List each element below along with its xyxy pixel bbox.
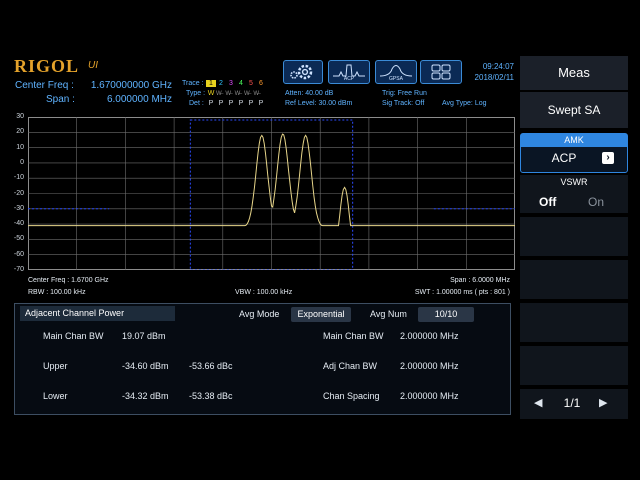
atten-readout: Atten: 40.00 dB xyxy=(285,90,334,97)
ultra-vision-mark: UI xyxy=(88,60,98,71)
lower-dbm: -34.32 dBm xyxy=(122,391,169,401)
display-layout-button[interactable] xyxy=(420,60,462,84)
upper-dbc: -53.66 dBc xyxy=(189,361,233,371)
plot-grid xyxy=(28,117,515,270)
amk-value: ACP xyxy=(551,151,577,165)
softkey-empty-2[interactable] xyxy=(520,260,628,299)
avg-num-label: Avg Num xyxy=(370,309,407,319)
clock-date: 2018/02/11 xyxy=(474,73,514,82)
avg-mode-label: Avg Mode xyxy=(239,309,280,319)
type-value-1: W xyxy=(207,90,215,97)
type-values: W W̶ W̶ W̶ W̶ W̶ xyxy=(206,90,266,97)
vswr-on-option[interactable]: On xyxy=(588,195,604,209)
trace-4[interactable]: 4 xyxy=(236,80,246,87)
softkey-empty-1[interactable] xyxy=(520,217,628,256)
clock-time: 09:24:07 xyxy=(482,62,514,71)
upper-label: Upper xyxy=(43,361,68,371)
plot-swt: SWT : 1.00000 ms ( pts : 801 ) xyxy=(414,289,510,296)
type-values-strikethrough: W̶ W̶ W̶ W̶ W̶ xyxy=(216,91,260,97)
lower-label: Lower xyxy=(43,391,68,401)
gpsa-mode-button[interactable]: GPSA xyxy=(375,60,417,84)
y-tick-label: -40 xyxy=(13,220,24,228)
y-tick-label: -10 xyxy=(13,174,24,182)
sig-track-readout: Sig Track: Off xyxy=(382,100,425,107)
cfg-main-bw-value[interactable]: 2.000000 MHz xyxy=(400,331,459,341)
det-1: P xyxy=(208,100,214,107)
det-label: Det : xyxy=(189,100,204,107)
span-label: Span : xyxy=(46,94,75,105)
trace-1[interactable]: 1 xyxy=(206,80,216,87)
plot-span: Span : 6.0000 MHz xyxy=(450,277,510,284)
chevron-right-icon[interactable]: › xyxy=(602,152,614,164)
cfg-spacing-label: Chan Spacing xyxy=(323,391,380,401)
trace-label: Trace : xyxy=(182,80,204,87)
acp-mode-button[interactable]: ACP xyxy=(328,60,370,84)
upper-dbm: -34.60 dBm xyxy=(122,361,169,371)
page-indicator: 1/1 xyxy=(563,396,581,410)
plot-vbw: VBW : 100.00 kHz xyxy=(235,289,293,296)
plot-center-freq: Center Freq : 1.6700 GHz xyxy=(28,277,109,284)
y-tick-label: -60 xyxy=(13,250,24,258)
cfg-main-bw-label: Main Chan BW xyxy=(323,331,384,341)
softkey-empty-3[interactable] xyxy=(520,303,628,342)
vswr-label: VSWR xyxy=(560,177,588,187)
y-tick-label: -20 xyxy=(13,189,24,197)
trace-2[interactable]: 2 xyxy=(216,80,226,87)
avg-type-readout: Avg Type: Log xyxy=(442,100,487,107)
trace-number-row[interactable]: 123456 xyxy=(206,80,266,87)
acp-icon-label: ACP xyxy=(343,76,355,82)
y-tick-label: -30 xyxy=(13,204,24,212)
amk-label: AMK xyxy=(521,134,627,147)
settings-button[interactable] xyxy=(283,60,323,84)
meas-menu-title: Meas xyxy=(520,56,628,90)
y-tick-label: 30 xyxy=(16,113,24,120)
plot-rbw: RBW : 100.00 kHz xyxy=(28,289,86,296)
y-tick-label: 20 xyxy=(16,128,24,136)
main-chan-power: 19.07 dBm xyxy=(122,331,166,341)
y-tick-label: -70 xyxy=(13,266,24,273)
softkey-empty-4[interactable] xyxy=(520,346,628,385)
y-tick-label: 10 xyxy=(16,143,24,151)
avg-num-value[interactable]: 10/10 xyxy=(418,307,474,322)
det-values: PPPPPP xyxy=(206,100,266,107)
trace-3[interactable]: 3 xyxy=(226,80,236,87)
main-chan-bw-label: Main Chan BW xyxy=(43,331,104,341)
det-2: P xyxy=(218,100,224,107)
gpsa-icon-label: GPSA xyxy=(389,76,403,82)
page-next-icon[interactable]: ▶ xyxy=(599,396,607,409)
trace-5[interactable]: 5 xyxy=(246,80,256,87)
trig-readout: Trig: Free Run xyxy=(382,90,427,97)
trace-6[interactable]: 6 xyxy=(256,80,266,87)
spectrum-plot[interactable] xyxy=(28,117,515,270)
cfg-adj-bw-value[interactable]: 2.000000 MHz xyxy=(400,361,459,371)
det-6: P xyxy=(258,100,264,107)
center-freq-label: Center Freq : xyxy=(15,80,74,91)
ref-level-readout: Ref Level: 30.00 dBm xyxy=(285,100,353,107)
cfg-adj-bw-label: Adj Chan BW xyxy=(323,361,378,371)
rigol-logo: RIGOL xyxy=(14,56,80,76)
y-tick-label: -50 xyxy=(13,235,24,243)
y-tick-label: 0 xyxy=(20,158,24,166)
det-4: P xyxy=(238,100,244,107)
type-label: Type : xyxy=(186,90,206,97)
vswr-off-option[interactable]: Off xyxy=(539,195,556,209)
center-freq-value[interactable]: 1.670000000 GHz xyxy=(80,80,172,91)
page-prev-icon[interactable]: ◀ xyxy=(534,396,542,409)
analyzer-screen: RIGOL UI Center Freq : 1.670000000 GHz S… xyxy=(0,0,640,480)
gear-icon xyxy=(290,64,313,80)
swept-sa-softkey[interactable]: Swept SA xyxy=(520,92,628,128)
lower-dbc: -53.38 dBc xyxy=(189,391,233,401)
panel-title: Adjacent Channel Power xyxy=(20,306,175,321)
layout-icon xyxy=(431,64,451,80)
span-value[interactable]: 6.000000 MHz xyxy=(80,94,172,105)
det-5: P xyxy=(248,100,254,107)
det-3: P xyxy=(228,100,234,107)
cfg-spacing-value[interactable]: 2.000000 MHz xyxy=(400,391,459,401)
avg-mode-value[interactable]: Exponential xyxy=(291,307,351,322)
